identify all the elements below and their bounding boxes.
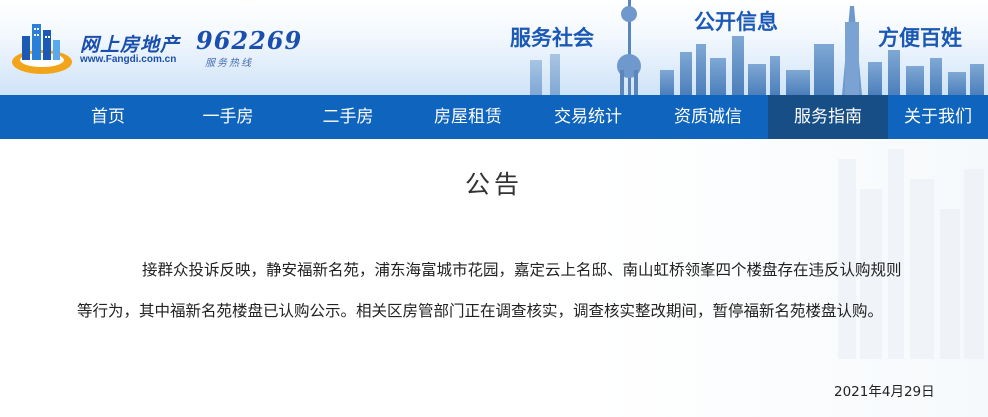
logo-icon[interactable] <box>8 14 76 78</box>
nav-new-homes[interactable]: 一手房 <box>168 95 288 139</box>
nav-resale-homes[interactable]: 二手房 <box>288 95 408 139</box>
hotline-label: 服务热线 <box>205 58 253 69</box>
notice-title: 公告 <box>464 170 523 199</box>
nav-credentials[interactable]: 资质诚信 <box>648 95 768 139</box>
nav-rental[interactable]: 房屋租赁 <box>408 95 528 139</box>
slogan-service: 服务社会 <box>510 26 594 50</box>
notice-date: 2021年4月29日 <box>834 384 935 400</box>
logo-url[interactable]: www.Fangdi.com.cn <box>80 54 176 65</box>
hotline-number: 962269 <box>196 26 303 55</box>
site-header: 网上房地产 www.Fangdi.com.cn 962269 服务热线 服务社会… <box>0 0 988 95</box>
nav-about-us[interactable]: 关于我们 <box>888 95 988 139</box>
slogan-public-info: 公开信息 <box>694 10 778 34</box>
notice-paragraph-line-1: 接群众投诉反映，静安福新名苑，浦东海富城市花园，嘉定云上名邸、南山虹桥领峯四个楼… <box>142 261 902 279</box>
slogan-convenience: 方便百姓 <box>878 26 962 50</box>
notice-paragraph-line-2: 等行为，其中福新名苑楼盘已认购公示。相关区房管部门正在调查核实，调查核实整改期间… <box>77 302 884 320</box>
main-nav: 首页 一手房 二手房 房屋租赁 交易统计 资质诚信 服务指南 关于我们 <box>0 95 988 139</box>
nav-trade-stats[interactable]: 交易统计 <box>528 95 648 139</box>
nav-home[interactable]: 首页 <box>48 95 168 139</box>
logo-text[interactable]: 网上房地产 <box>80 30 180 57</box>
notice-content: 公告 接群众投诉反映，静安福新名苑，浦东海富城市花园，嘉定云上名邸、南山虹桥领峯… <box>0 139 988 417</box>
nav-service-guide[interactable]: 服务指南 <box>768 95 888 139</box>
